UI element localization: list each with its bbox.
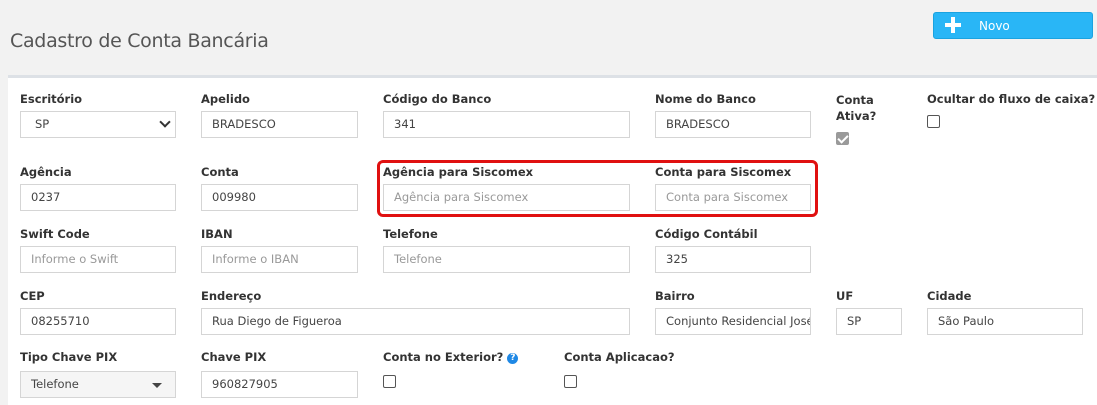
- conta-exterior-label: Conta no Exterior?: [383, 350, 504, 364]
- conta-input[interactable]: 009980: [201, 184, 358, 211]
- page-title: Cadastro de Conta Bancária: [10, 30, 269, 52]
- conta-exterior-checkbox[interactable]: [383, 375, 396, 388]
- nome-banco-label: Nome do Banco: [655, 92, 756, 106]
- ocultar-fluxo-label: Ocultar do fluxo de caixa?: [927, 92, 1096, 106]
- escritorio-value: SP: [35, 117, 50, 131]
- chevron-down-icon: [159, 116, 171, 128]
- uf-input[interactable]: SP: [836, 308, 902, 335]
- caret-down-icon: [152, 383, 162, 388]
- agencia-input[interactable]: 0237: [20, 184, 176, 211]
- codigo-contabil-label: Código Contábil: [655, 227, 758, 241]
- telefone-label: Telefone: [383, 227, 438, 241]
- escritorio-select[interactable]: SP: [20, 111, 176, 138]
- codigo-contabil-input[interactable]: 325: [655, 246, 811, 273]
- nome-banco-input[interactable]: BRADESCO: [655, 111, 811, 138]
- chave-pix-input[interactable]: 960827905: [201, 371, 358, 398]
- tipo-chave-pix-label: Tipo Chave PIX: [20, 350, 118, 364]
- cep-input[interactable]: 08255710: [20, 308, 176, 335]
- endereco-label: Endereço: [201, 289, 262, 303]
- tipo-chave-pix-select[interactable]: Telefone: [20, 371, 176, 398]
- iban-label: IBAN: [201, 227, 233, 241]
- tipo-chave-pix-value: Telefone: [31, 377, 79, 391]
- ocultar-fluxo-checkbox[interactable]: [927, 115, 940, 128]
- apelido-label: Apelido: [201, 92, 250, 106]
- swift-label: Swift Code: [20, 227, 90, 241]
- chave-pix-label: Chave PIX: [201, 350, 267, 364]
- conta-ativa-checkbox[interactable]: [836, 132, 849, 145]
- cidade-input[interactable]: São Paulo: [927, 308, 1083, 335]
- codigo-banco-input[interactable]: 341: [383, 111, 630, 138]
- bairro-label: Bairro: [655, 289, 695, 303]
- escritorio-label: Escritório: [20, 92, 83, 106]
- conta-label: Conta: [201, 165, 239, 179]
- iban-input[interactable]: Informe o IBAN: [201, 246, 358, 273]
- highlight-box: [377, 160, 818, 217]
- help-icon[interactable]: ?: [507, 353, 519, 364]
- agencia-label: Agência: [20, 165, 72, 179]
- new-button-label: Novo: [979, 19, 1010, 33]
- conta-aplicacao-checkbox[interactable]: [564, 375, 577, 388]
- conta-ativa-label: Conta Ativa?: [836, 93, 877, 123]
- cidade-label: Cidade: [927, 289, 972, 303]
- cep-label: CEP: [20, 289, 45, 303]
- swift-input[interactable]: Informe o Swift: [20, 246, 176, 273]
- plus-icon: [945, 17, 961, 33]
- new-button[interactable]: Novo: [933, 12, 1093, 39]
- conta-exterior-label-wrap: Conta no Exterior??: [383, 350, 519, 364]
- bairro-input[interactable]: Conjunto Residencial José: [655, 308, 811, 335]
- conta-aplicacao-label: Conta Aplicacao?: [564, 350, 675, 364]
- apelido-input[interactable]: BRADESCO: [201, 111, 358, 138]
- uf-label: UF: [836, 289, 854, 303]
- codigo-banco-label: Código do Banco: [383, 92, 492, 106]
- endereco-input[interactable]: Rua Diego de Figueroa: [201, 308, 630, 335]
- telefone-input[interactable]: Telefone: [383, 246, 630, 273]
